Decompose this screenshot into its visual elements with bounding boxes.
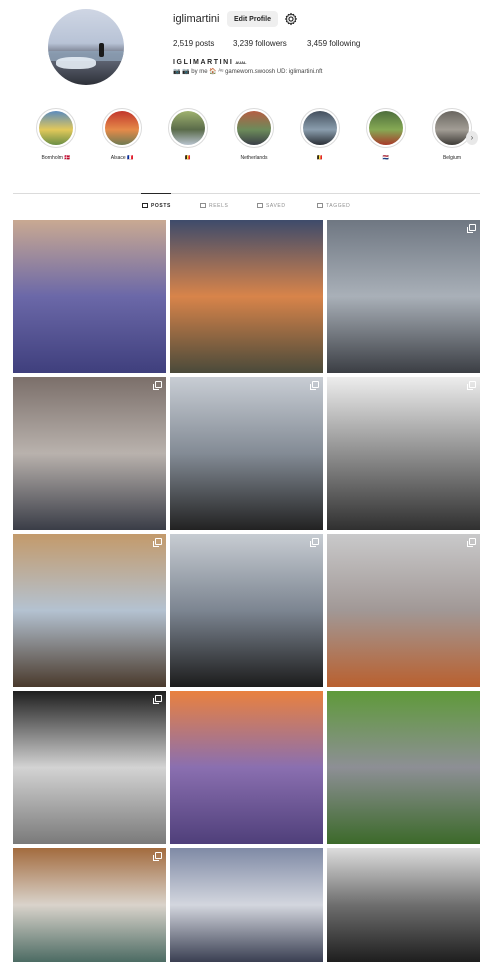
highlight-item[interactable]: 🇳🇱 [356,108,416,161]
highlight-cover [171,111,205,145]
tag-icon [317,203,323,208]
post-tile[interactable] [13,220,166,373]
following-count[interactable]: 3,459 following [307,39,360,48]
multiple-photos-icon [467,381,476,390]
post-tile[interactable] [170,220,323,373]
highlight-item[interactable]: 🇧🇪 [158,108,218,161]
multiple-photos-icon [153,381,162,390]
gear-icon[interactable] [284,12,298,26]
tab-tagged[interactable]: TAGGED [317,203,350,209]
highlight-label: Bornholm 🇩🇰 [41,155,71,161]
post-tile[interactable] [13,848,166,962]
multiple-photos-icon [310,381,319,390]
active-tab-indicator [141,193,171,194]
highlight-cover [303,111,337,145]
multiple-photos-icon [467,538,476,547]
highlight-item[interactable]: Netherlands [224,108,284,161]
avatar-person [99,43,104,57]
tab-label: SAVED [266,203,286,209]
tab-label: TAGGED [326,203,351,209]
post-tile[interactable] [170,691,323,844]
highlight-ring [102,108,142,148]
highlight-label: Alsace 🇫🇷 [110,155,134,161]
highlight-ring [432,108,472,148]
highlight-ring [300,108,340,148]
highlight-ring [234,108,274,148]
highlight-item[interactable]: Alsace 🇫🇷 [92,108,152,161]
grid-icon [142,203,148,208]
bio-name: IGLIMARTINI AUAL [173,59,246,66]
profile-avatar[interactable] [48,9,124,85]
reels-icon [200,203,206,208]
highlight-cover [39,111,73,145]
multiple-photos-icon [153,852,162,861]
edit-profile-button[interactable]: Edit Profile [227,11,278,27]
highlight-label: Belgium [442,155,462,161]
multiple-photos-icon [153,695,162,704]
followers-count[interactable]: 3,239 followers [233,39,287,48]
highlight-label: 🇧🇪 [316,155,324,161]
multiple-photos-icon [310,538,319,547]
tab-reels[interactable]: REELS [200,203,228,209]
posts-count[interactable]: 2,519 posts [173,39,214,48]
tab-posts[interactable]: POSTS [142,203,171,209]
post-tile[interactable] [327,377,480,530]
highlight-ring [168,108,208,148]
post-tile[interactable] [170,534,323,687]
bio-text: 📷 📷 by me 🏠 ᴬᵘ gameworn.swoosh UD: iglim… [173,69,323,75]
highlight-label: 🇧🇪 [184,155,192,161]
post-tile[interactable] [327,848,480,962]
multiple-photos-icon [467,224,476,233]
tab-saved[interactable]: SAVED [257,203,286,209]
multiple-photos-icon [153,538,162,547]
post-tile[interactable] [13,691,166,844]
post-tile[interactable] [13,377,166,530]
bio-name-text: IGLIMARTINI [173,59,234,66]
highlight-label: 🇳🇱 [382,155,390,161]
story-highlights: Bornholm 🇩🇰 Alsace 🇫🇷 🇧🇪 Netherlands 🇧🇪 … [0,108,491,168]
post-tile[interactable] [170,377,323,530]
tabs-divider [13,193,480,194]
highlight-cover [435,111,469,145]
post-tile[interactable] [327,534,480,687]
highlight-ring [366,108,406,148]
avatar-ice [56,57,96,69]
post-tile[interactable] [327,691,480,844]
tab-label: REELS [209,203,229,209]
bio-name-tag: AUAL [235,60,247,65]
highlight-cover [369,111,403,145]
highlight-label: Netherlands [240,155,268,161]
post-tile[interactable] [170,848,323,962]
highlight-cover [105,111,139,145]
highlight-ring [36,108,76,148]
chevron-right-icon[interactable]: › [466,131,478,145]
bookmark-icon [257,203,263,208]
tab-label: POSTS [151,203,171,209]
profile-username: iglimartini [173,13,220,25]
post-tile[interactable] [327,220,480,373]
highlight-item[interactable]: 🇧🇪 [290,108,350,161]
highlight-cover [237,111,271,145]
highlight-item[interactable]: Bornholm 🇩🇰 [26,108,86,161]
post-tile[interactable] [13,534,166,687]
